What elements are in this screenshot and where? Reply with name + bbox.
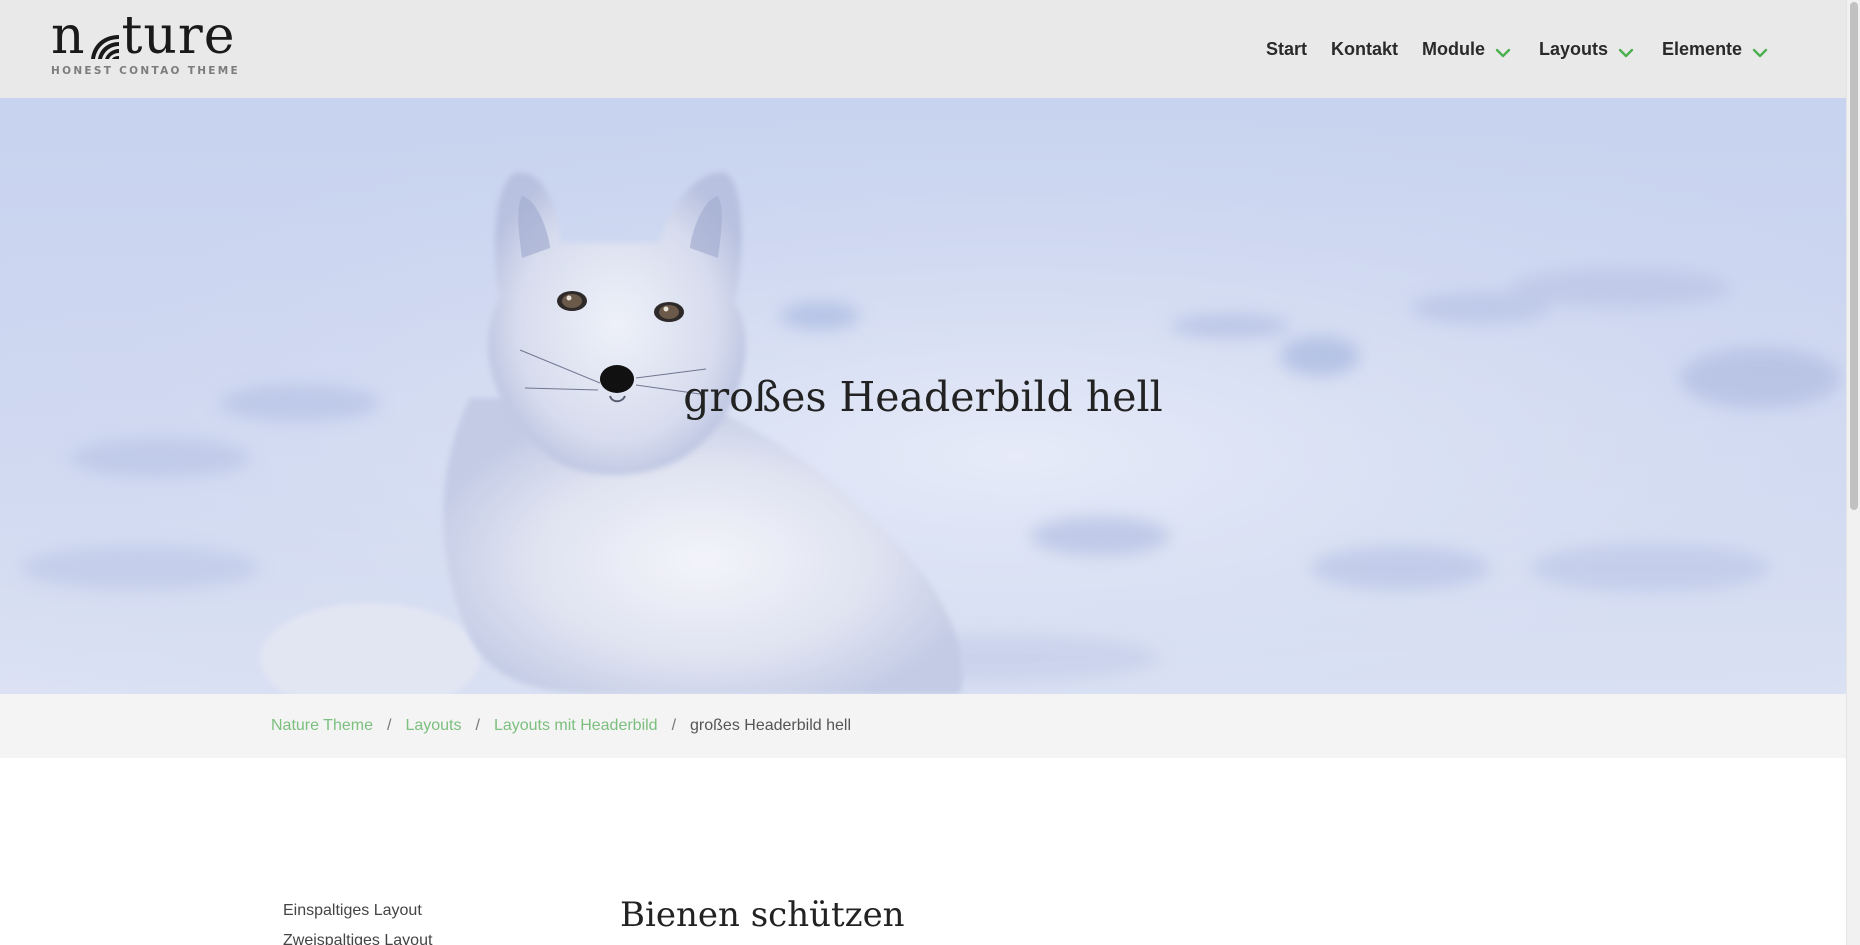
breadcrumb-separator: / (475, 717, 480, 734)
nav-item-start[interactable]: Start (1266, 39, 1307, 60)
main-nav: Start Kontakt Module Layouts Elemente (1250, 0, 1768, 98)
breadcrumb-separator: / (386, 717, 392, 734)
breadcrumb-bar: Nature Theme / Layouts / Layouts mit Hea… (0, 694, 1846, 758)
breadcrumb-item-layouts[interactable]: Layouts (405, 717, 461, 735)
breadcrumb-current: großes Headerbild hell (690, 717, 852, 734)
site-header: n ture HONEST CONTAO THEME Start Kontakt (0, 0, 1846, 98)
nav-item-kontakt-label: Kontakt (1331, 38, 1399, 59)
logo-wordmark: n ture (51, 6, 236, 66)
chevron-down-icon[interactable] (1495, 43, 1511, 58)
logo-leaf-icon (87, 22, 121, 59)
sidebar-nav: Einspaltiges Layout Zweispaltiges Layout (283, 902, 432, 945)
main-content: Einspaltiges Layout Zweispaltiges Layout… (0, 758, 1846, 945)
breadcrumb: Nature Theme / Layouts / Layouts mit Hea… (271, 694, 851, 758)
nav-item-kontakt[interactable]: Kontakt (1331, 39, 1398, 60)
hero-title: großes Headerbild hell (683, 373, 1163, 421)
scrollbar-thumb[interactable] (1850, 2, 1858, 510)
page-scrollbar[interactable] (1846, 0, 1860, 945)
logo-letters-ture: ture (121, 6, 236, 66)
chevron-down-icon[interactable] (1618, 43, 1634, 58)
breadcrumb-item-layouts-mit-headerbild[interactable]: Layouts mit Headerbild (494, 717, 658, 735)
breadcrumb-item-nature-theme[interactable]: Nature Theme (271, 717, 373, 735)
breadcrumb-separator: / (671, 717, 677, 734)
nav-item-layouts-label: Layouts (1539, 38, 1609, 59)
nav-item-layouts[interactable]: Layouts (1539, 39, 1634, 60)
sidebar-item-zweispaltiges-layout[interactable]: Zweispaltiges Layout (283, 932, 432, 945)
logo[interactable]: n ture HONEST CONTAO THEME (51, 10, 238, 80)
page: n ture HONEST CONTAO THEME Start Kontakt (0, 0, 1860, 945)
logo-tagline: HONEST CONTAO THEME (51, 65, 240, 77)
nav-item-elemente[interactable]: Elemente (1662, 39, 1768, 60)
chevron-down-icon[interactable] (1752, 43, 1768, 58)
nav-item-module-label: Module (1422, 38, 1486, 59)
nav-item-start-label: Start (1266, 38, 1308, 59)
sidebar-item-einspaltiges-layout[interactable]: Einspaltiges Layout (283, 902, 432, 932)
article-title: Bienen schützen (620, 895, 905, 935)
hero-banner: großes Headerbild hell (0, 98, 1846, 694)
nav-item-module[interactable]: Module (1422, 39, 1511, 60)
nav-item-elemente-label: Elemente (1662, 38, 1743, 59)
logo-letter-n: n (51, 6, 86, 66)
